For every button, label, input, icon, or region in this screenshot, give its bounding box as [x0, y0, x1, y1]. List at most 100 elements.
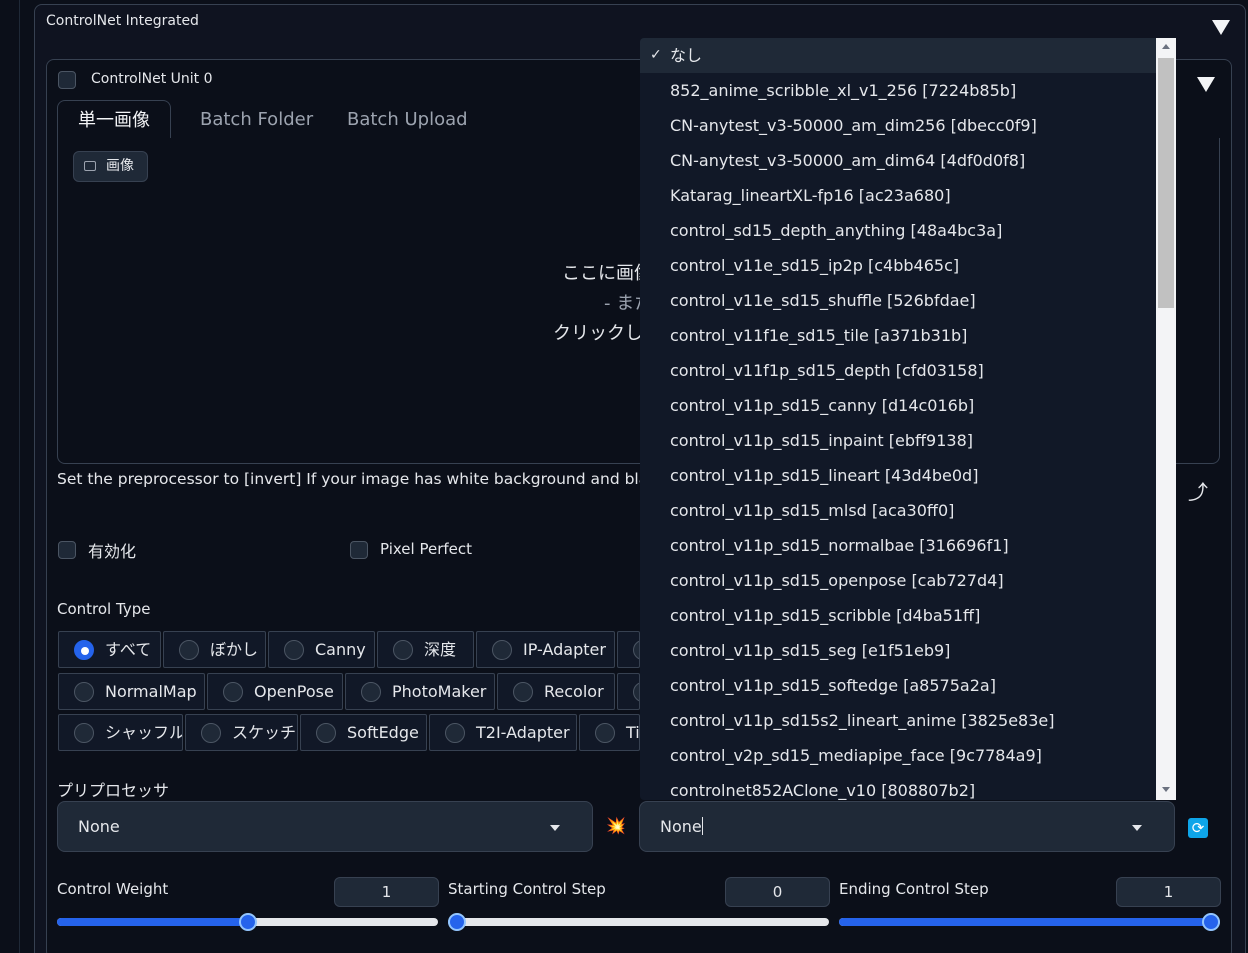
scroll-down-icon[interactable] [1162, 787, 1170, 792]
control-type-openpose[interactable]: OpenPose [207, 673, 343, 710]
radio-label: シャッフル [105, 723, 183, 742]
control-type-photomaker[interactable]: PhotoMaker [345, 673, 495, 710]
model-option[interactable]: control_v11p_sd15_openpose [cab727d4] [640, 563, 1156, 598]
model-option[interactable]: Katarag_lineartXL-fp16 [ac23a680] [640, 178, 1156, 213]
model-option-label: CN-anytest_v3-50000_am_dim256 [dbecc0f9] [670, 116, 1037, 135]
ending-step-fill [839, 918, 1211, 926]
radio-label: PhotoMaker [392, 682, 487, 701]
model-option[interactable]: control_v11e_sd15_shuffle [526bfdae] [640, 283, 1156, 318]
model-option[interactable]: controlnet852AClone_v10 [808807b2] [640, 773, 1156, 800]
radio-icon [633, 682, 639, 702]
model-option-label: control_v11p_sd15_softedge [a8575a2a] [670, 676, 996, 695]
control-weight-label: Control Weight [57, 880, 169, 898]
model-option[interactable]: control_sd15_depth_anything [48a4bc3a] [640, 213, 1156, 248]
send-icon[interactable]: ⤴ [1188, 476, 1208, 505]
model-option-label: control_v11p_sd15s2_lineart_anime [3825e… [670, 711, 1055, 730]
radio-icon [445, 723, 465, 743]
model-option[interactable]: CN-anytest_v3-50000_am_dim256 [dbecc0f9] [640, 108, 1156, 143]
control-weight-input[interactable]: 1 [334, 877, 439, 907]
control-type-recolor[interactable]: Recolor [497, 673, 615, 710]
collapse-outer-icon[interactable] [1212, 20, 1230, 35]
model-option-label: Katarag_lineartXL-fp16 [ac23a680] [670, 186, 951, 205]
model-option-label: control_v11p_sd15_normalbae [316696f1] [670, 536, 1009, 555]
refresh-icon[interactable]: ⟳ [1188, 818, 1208, 838]
radio-icon [179, 640, 199, 660]
model-option[interactable]: 852_anime_scribble_xl_v1_256 [7224b85b] [640, 73, 1156, 108]
control-type-softedge[interactable]: SoftEdge [300, 714, 427, 751]
control-type-t2i-adapter[interactable]: T2I-Adapter [429, 714, 577, 751]
control-weight-thumb[interactable] [239, 913, 257, 931]
control-type-normalmap[interactable]: NormalMap [58, 673, 205, 710]
control-type-tile[interactable]: Ti [579, 714, 640, 751]
model-option[interactable]: ✓ なし [640, 38, 1156, 73]
preprocessor-hint: Set the preprocessor to [invert] If your… [57, 470, 690, 488]
model-dropdown-list[interactable]: ✓ なし 852_anime_scribble_xl_v1_256 [7224b85… [640, 38, 1176, 800]
control-type-truncated-1[interactable] [617, 631, 640, 668]
model-option[interactable]: control_v11p_sd15_inpaint [ebff9138] [640, 423, 1156, 458]
control-type-canny[interactable]: Canny [268, 631, 375, 668]
enable-checkbox[interactable] [58, 541, 76, 559]
radio-label: OpenPose [254, 682, 334, 701]
drop-text-line1: ここに画像 [562, 263, 652, 284]
model-option[interactable]: control_v2p_sd15_mediapipe_face [9c7784a… [640, 738, 1156, 773]
model-value[interactable]: None [660, 817, 702, 836]
radio-icon [316, 723, 336, 743]
scroll-up-icon[interactable] [1162, 44, 1170, 49]
model-option[interactable]: control_v11p_sd15_lineart [43d4be0d] [640, 458, 1156, 493]
tab-batch-folder[interactable]: Batch Folder [200, 100, 313, 139]
pixel-perfect-checkbox[interactable] [350, 541, 368, 559]
model-option[interactable]: control_v11p_sd15_canny [d14c016b] [640, 388, 1156, 423]
model-option-label: control_v11f1e_sd15_tile [a371b31b] [670, 326, 968, 345]
radio-icon [595, 723, 615, 743]
model-option[interactable]: control_v11p_sd15_mlsd [aca30ff0] [640, 493, 1156, 528]
radio-label: NormalMap [105, 682, 197, 701]
model-option[interactable]: control_v11p_sd15_seg [e1f51eb9] [640, 633, 1156, 668]
control-type-blur[interactable]: ぼかし [163, 631, 266, 668]
ending-step-thumb[interactable] [1202, 913, 1220, 931]
model-option-label: control_v2p_sd15_mediapipe_face [9c7784a… [670, 746, 1042, 765]
page-left-gutter [0, 0, 20, 953]
model-option[interactable]: control_v11f1p_sd15_depth [cfd03158] [640, 353, 1156, 388]
explosion-icon[interactable]: 💥 [606, 816, 626, 835]
radio-label: T2I-Adapter [476, 723, 570, 742]
control-type-ip-adapter[interactable]: IP-Adapter [476, 631, 615, 668]
control-weight-fill [57, 918, 248, 926]
radio-selected-icon [74, 640, 94, 660]
dropdown-scroll-thumb[interactable] [1158, 58, 1174, 308]
control-type-sketch[interactable]: スケッチ [185, 714, 298, 751]
model-option[interactable]: control_v11p_sd15_softedge [a8575a2a] [640, 668, 1156, 703]
collapse-unit-icon[interactable] [1197, 77, 1215, 92]
starting-step-track[interactable] [448, 918, 829, 926]
radio-icon [201, 723, 221, 743]
model-option[interactable]: control_v11p_sd15s2_lineart_anime [3825e… [640, 703, 1156, 738]
model-option[interactable]: control_v11p_sd15_normalbae [316696f1] [640, 528, 1156, 563]
radio-icon [633, 640, 639, 660]
unit-title: ControlNet Unit 0 [91, 71, 213, 87]
enable-label: 有効化 [88, 542, 137, 561]
unit-checkbox[interactable] [58, 71, 76, 89]
radio-icon [361, 682, 381, 702]
radio-label: IP-Adapter [523, 640, 606, 659]
preprocessor-select[interactable]: None [57, 801, 593, 852]
control-type-shuffle[interactable]: シャッフル [58, 714, 183, 751]
model-option-label: control_v11e_sd15_shuffle [526bfdae] [670, 291, 976, 310]
tab-single-image[interactable]: 単一画像 [57, 100, 171, 139]
radio-label: すべて [105, 640, 152, 659]
radio-label: SoftEdge [347, 723, 419, 742]
model-option[interactable]: control_v11e_sd15_ip2p [c4bb465c] [640, 248, 1156, 283]
control-type-all[interactable]: すべて [58, 631, 161, 668]
model-select[interactable]: None [639, 801, 1175, 852]
radio-icon [223, 682, 243, 702]
ending-step-input[interactable]: 1 [1116, 877, 1221, 907]
starting-step-input[interactable]: 0 [725, 877, 830, 907]
image-chip-label: 画像 [106, 158, 134, 174]
control-type-truncated-2[interactable] [617, 673, 640, 710]
model-option[interactable]: control_v11f1e_sd15_tile [a371b31b] [640, 318, 1156, 353]
image-label-chip: 画像 [73, 151, 148, 182]
control-type-depth[interactable]: 深度 [377, 631, 474, 668]
tab-batch-upload[interactable]: Batch Upload [347, 100, 468, 139]
starting-step-thumb[interactable] [448, 913, 466, 931]
model-option[interactable]: CN-anytest_v3-50000_am_dim64 [4df0d0f8] [640, 143, 1156, 178]
model-option[interactable]: control_v11p_sd15_scribble [d4ba51ff] [640, 598, 1156, 633]
model-option-label: control_v11p_sd15_canny [d14c016b] [670, 396, 975, 415]
